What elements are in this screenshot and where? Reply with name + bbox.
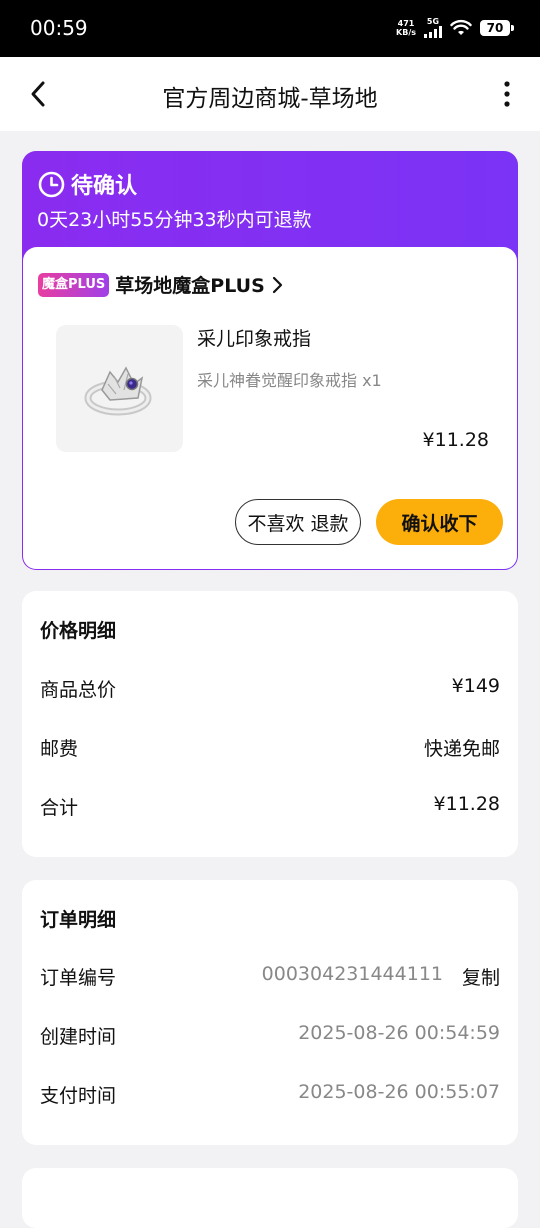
product-title: 采儿印象戒指 (197, 328, 312, 350)
created-time-value: 2025-08-26 00:54:59 (298, 1022, 500, 1044)
price-details-title: 价格明细 (40, 620, 117, 642)
status-time: 00:59 (30, 16, 88, 40)
net-speed: 471 KB/s (396, 19, 416, 37)
network-type: 5G (426, 17, 440, 26)
created-time-label: 创建时间 (40, 1026, 117, 1048)
ring-image (84, 365, 151, 415)
signal-icon: 5G (424, 18, 442, 38)
refund-countdown: 0天23小时55分钟33秒内可退款 (37, 209, 312, 231)
subtotal-label: 商品总价 (40, 679, 117, 701)
status-icons: 471 KB/s 5G 70 (396, 16, 514, 40)
paid-time-label: 支付时间 (40, 1085, 117, 1107)
subtotal-value: ¥149 (451, 675, 500, 697)
battery-level: 70 (486, 21, 504, 35)
page-title: 官方周边商城-草场地 (162, 86, 378, 112)
product-price: ¥11.28 (422, 429, 489, 451)
next-panel (22, 1168, 518, 1228)
shipping-value: 快递免邮 (423, 738, 500, 760)
order-status: 待确认 (38, 168, 137, 200)
wifi-icon (450, 19, 472, 35)
nav-bar: 官方周边商城-草场地 (0, 57, 540, 131)
net-speed-value: 471 (397, 19, 415, 28)
net-speed-unit: KB/s (396, 28, 416, 37)
more-button[interactable] (492, 74, 522, 114)
battery-icon: 70 (480, 20, 514, 36)
brand-badge: 魔盒PLUS (38, 272, 110, 297)
price-details-panel: 价格明细 商品总价 ¥149 邮费 快递免邮 合计 ¥11.28 (22, 591, 518, 857)
order-status-label: 待确认 (71, 174, 138, 199)
order-details-title: 订单明细 (40, 909, 117, 931)
product-image[interactable] (56, 325, 183, 452)
status-bar: 00:59 471 KB/s 5G 70 (0, 0, 540, 57)
total-value: ¥11.28 (433, 793, 500, 815)
shipping-label: 邮费 (40, 738, 79, 760)
order-status-card: 待确认 0天23小时55分钟33秒内可退款 魔盒PLUS 草场地魔盒PLUS 采… (22, 151, 518, 570)
chevron-right-icon (272, 276, 282, 293)
order-item-card: 魔盒PLUS 草场地魔盒PLUS 采儿印象戒指 采儿神眷觉醒印象戒指 x1 ¥1… (23, 247, 517, 569)
confirm-receipt-button[interactable]: 确认收下 (376, 499, 503, 545)
total-label: 合计 (40, 797, 79, 819)
order-number-value: 000304231444111 (261, 963, 443, 985)
order-details-panel: 订单明细 订单编号 000304231444111 复制 创建时间 2025-0… (22, 880, 518, 1145)
product-spec: 采儿神眷觉醒印象戒指 x1 (197, 371, 382, 390)
paid-time-value: 2025-08-26 00:55:07 (298, 1081, 500, 1103)
refund-button[interactable]: 不喜欢 退款 (235, 499, 361, 545)
order-number-label: 订单编号 (40, 967, 117, 989)
brand-link[interactable]: 魔盒PLUS 草场地魔盒PLUS (38, 271, 283, 298)
brand-name: 草场地魔盒PLUS (115, 275, 265, 297)
more-vertical-icon (504, 81, 510, 107)
clock-icon (38, 171, 65, 197)
copy-order-number-button[interactable]: 复制 (462, 963, 500, 990)
